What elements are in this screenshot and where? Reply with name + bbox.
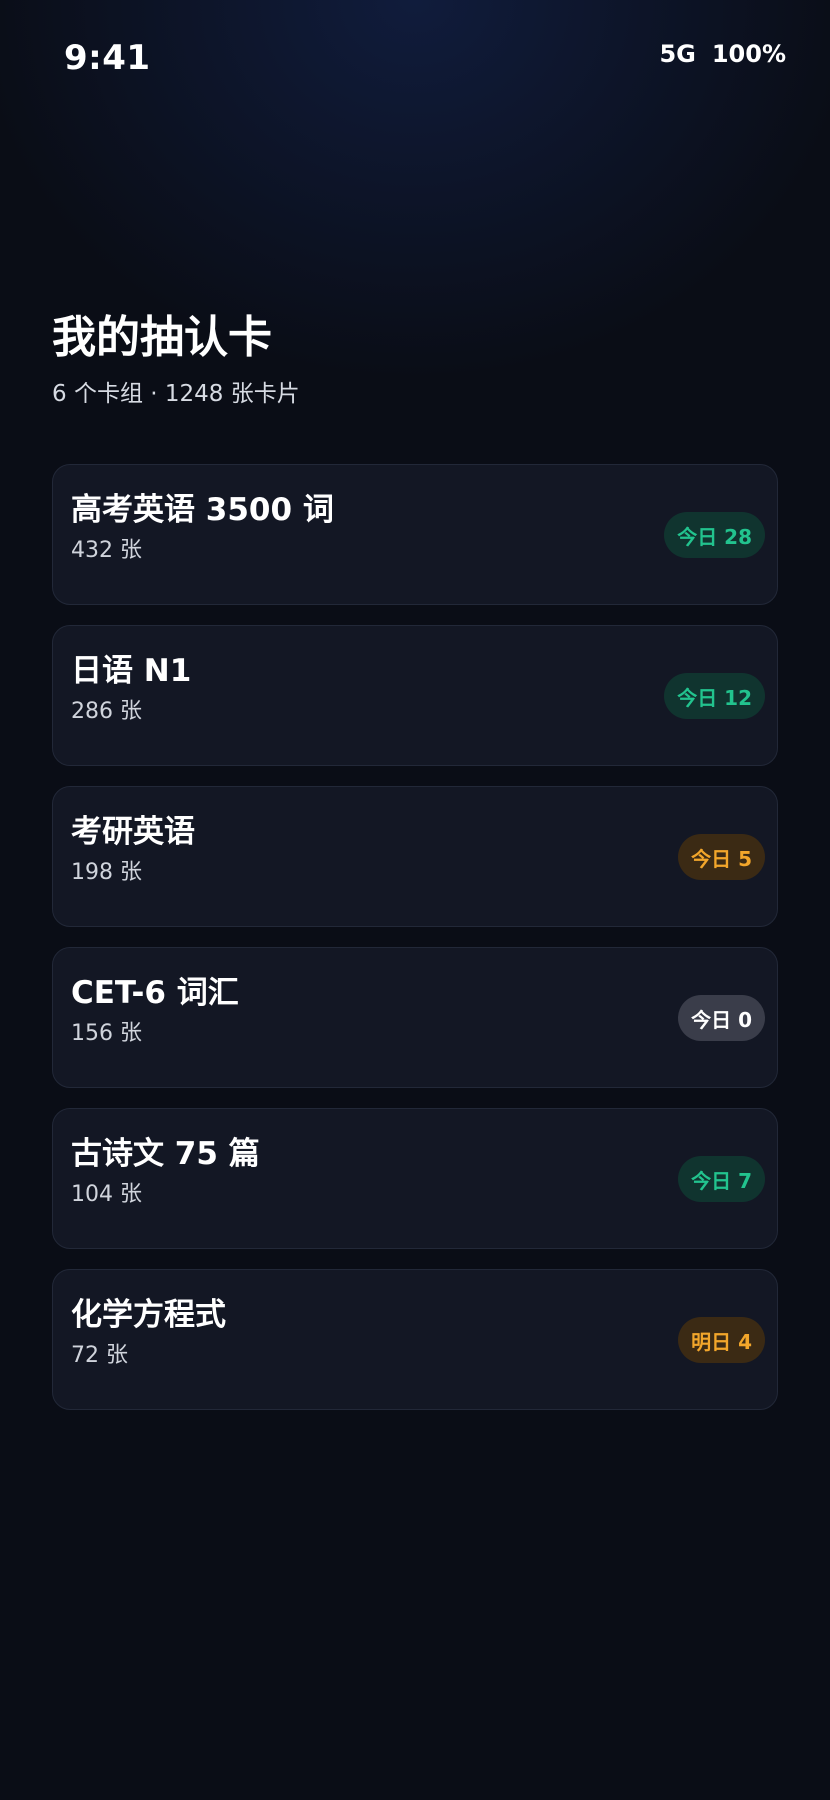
due-badge: 今日 0 xyxy=(678,995,765,1041)
due-badge: 明日 4 xyxy=(678,1317,765,1363)
deck-card-count: 286 张 xyxy=(71,699,142,724)
deck-name: 考研英语 xyxy=(71,814,195,850)
deck-card-count: 156 张 xyxy=(71,1021,142,1046)
network-indicator: 5G xyxy=(659,40,696,68)
deck-name: 高考英语 3500 词 xyxy=(71,492,334,528)
due-badge: 今日 5 xyxy=(678,834,765,880)
deck-list: 高考英语 3500 词 432 张 今日 28 日语 N1 286 张 今日 1… xyxy=(52,464,778,1410)
deck-name: 古诗文 75 篇 xyxy=(71,1136,260,1172)
battery-indicator: 100% xyxy=(711,40,786,68)
due-badge: 今日 7 xyxy=(678,1156,765,1202)
deck-card[interactable]: 化学方程式 72 张 明日 4 xyxy=(52,1269,778,1410)
status-time: 9:41 xyxy=(64,38,151,78)
deck-card[interactable]: 高考英语 3500 词 432 张 今日 28 xyxy=(52,464,778,605)
deck-card-count: 104 张 xyxy=(71,1182,142,1207)
deck-name: 日语 N1 xyxy=(71,653,192,689)
page-title: 我的抽认卡 xyxy=(52,312,272,363)
deck-name: 化学方程式 xyxy=(71,1297,226,1333)
deck-name: CET-6 词汇 xyxy=(71,975,239,1011)
page-subtitle: 6 个卡组 · 1248 张卡片 xyxy=(52,381,300,407)
due-badge: 今日 12 xyxy=(664,673,765,719)
due-badge: 今日 28 xyxy=(664,512,765,558)
deck-card-count: 432 张 xyxy=(71,538,142,563)
status-bar: 9:41 5G 100% xyxy=(0,0,830,110)
deck-card-count: 72 张 xyxy=(71,1343,128,1368)
page-header: 我的抽认卡 6 个卡组 · 1248 张卡片 xyxy=(52,308,300,410)
deck-card[interactable]: CET-6 词汇 156 张 今日 0 xyxy=(52,947,778,1088)
deck-card-count: 198 张 xyxy=(71,860,142,885)
deck-card[interactable]: 考研英语 198 张 今日 5 xyxy=(52,786,778,927)
deck-card[interactable]: 古诗文 75 篇 104 张 今日 7 xyxy=(52,1108,778,1249)
status-indicators: 5G 100% xyxy=(659,40,786,68)
deck-card[interactable]: 日语 N1 286 张 今日 12 xyxy=(52,625,778,766)
